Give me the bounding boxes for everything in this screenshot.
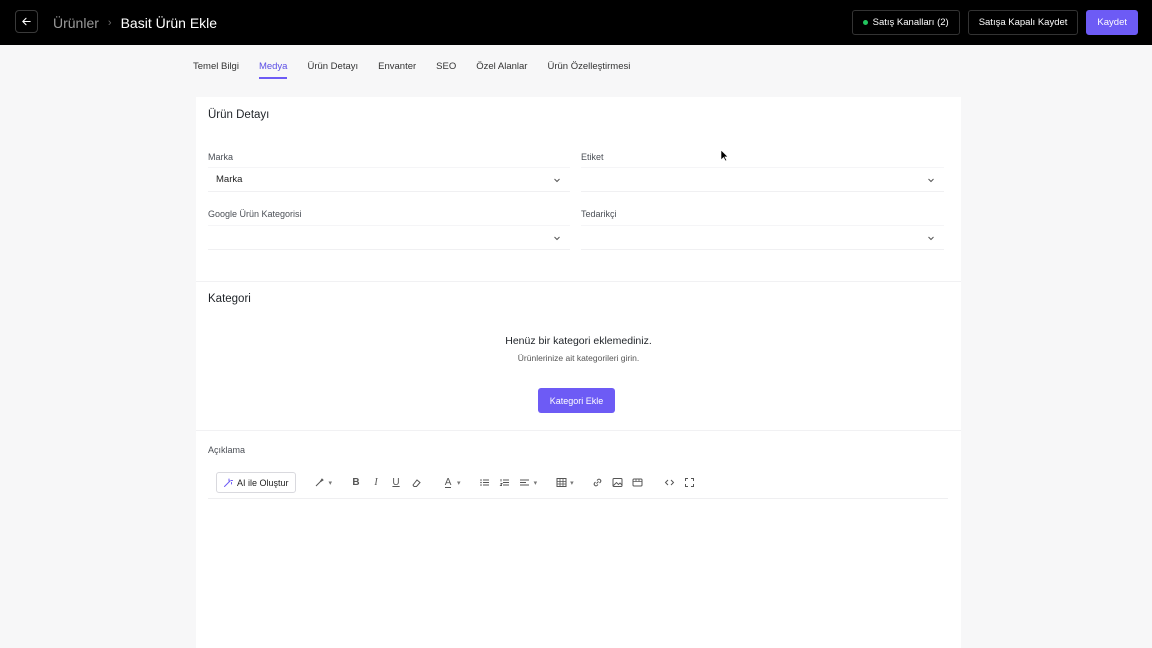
add-category-button[interactable]: Kategori Ekle — [538, 388, 615, 413]
arrow-left-icon — [22, 17, 31, 26]
chevron-down-icon[interactable]: ▾ — [457, 479, 461, 487]
google-category-select[interactable] — [208, 225, 570, 250]
tag-select[interactable] — [581, 167, 944, 192]
section-divider — [196, 430, 961, 431]
tag-label: Etiket — [581, 152, 604, 162]
detail-section-title: Ürün Detayı — [208, 109, 270, 121]
link-icon[interactable] — [590, 475, 606, 491]
ai-generate-label: AI ile Oluştur — [237, 477, 289, 488]
tab-urun-ozellestirmesi[interactable]: Ürün Özelleştirmesi — [547, 61, 630, 79]
supplier-select[interactable] — [581, 225, 944, 250]
editor-toolbar: AI ile Oluştur ▾ B I U A ▾ ▾ ▾ — [208, 467, 948, 499]
chevron-down-icon — [554, 178, 560, 183]
section-divider — [196, 281, 961, 282]
brand-select[interactable]: Marka — [208, 167, 570, 192]
sales-channels-label: Satış Kanalları (2) — [872, 17, 949, 28]
top-bar: Ürünler › Basit Ürün Ekle Satış Kanallar… — [0, 0, 1152, 45]
brand-label: Marka — [208, 152, 234, 162]
mouse-cursor-icon — [720, 149, 729, 162]
text-color-icon[interactable]: A — [440, 475, 456, 491]
chevron-down-icon — [554, 236, 560, 241]
save-button[interactable]: Kaydet — [1086, 10, 1138, 35]
paint-brush-icon[interactable] — [312, 475, 328, 491]
google-category-label: Google Ürün Kategorisi — [208, 209, 302, 219]
bold-icon[interactable]: B — [348, 475, 364, 491]
breadcrumb-parent[interactable]: Ürünler — [53, 15, 99, 31]
chevron-down-icon[interactable]: ▾ — [534, 479, 538, 487]
chevron-down-icon[interactable]: ▾ — [329, 479, 333, 487]
product-form-card: Ürün Detayı Marka Marka Etiket Google Ür… — [196, 97, 961, 648]
ai-generate-button[interactable]: AI ile Oluştur — [216, 472, 296, 493]
chevron-down-icon — [928, 178, 934, 183]
chevron-right-icon: › — [107, 16, 112, 29]
category-empty-subtitle: Ürünlerinize ait kategorileri girin. — [517, 353, 640, 363]
code-icon[interactable] — [662, 475, 678, 491]
save-closed-button[interactable]: Satışa Kapalı Kaydet — [967, 10, 1079, 35]
header-actions: Satış Kanalları (2) Satışa Kapalı Kaydet… — [851, 10, 1138, 35]
tab-seo[interactable]: SEO — [436, 61, 456, 79]
chevron-down-icon — [928, 236, 934, 241]
breadcrumb: Ürünler › Basit Ürün Ekle — [53, 0, 217, 45]
chevron-down-icon[interactable]: ▾ — [570, 479, 574, 487]
tab-bar: Temel Bilgi Medya Ürün Detayı Envanter S… — [193, 61, 630, 79]
description-label: Açıklama — [208, 445, 246, 455]
eraser-icon[interactable] — [408, 475, 424, 491]
underline-icon[interactable]: U — [388, 475, 404, 491]
magic-wand-icon — [224, 478, 233, 487]
back-button[interactable] — [15, 10, 38, 33]
category-empty-title: Henüz bir kategori eklemediniz. — [505, 335, 652, 347]
italic-icon[interactable]: I — [368, 475, 384, 491]
status-dot-icon — [862, 20, 868, 25]
media-icon[interactable] — [630, 475, 646, 491]
tab-urun-detayi[interactable]: Ürün Detayı — [307, 61, 358, 79]
tab-ozel-alanlar[interactable]: Özel Alanlar — [476, 61, 527, 79]
table-icon[interactable] — [553, 475, 569, 491]
image-icon[interactable] — [610, 475, 626, 491]
page-title: Basit Ürün Ekle — [120, 14, 218, 31]
save-closed-label: Satışa Kapalı Kaydet — [978, 17, 1068, 28]
sales-channels-button[interactable]: Satış Kanalları (2) — [851, 10, 960, 35]
numbered-list-icon[interactable] — [497, 475, 513, 491]
bullet-list-icon[interactable] — [477, 475, 493, 491]
tab-temel-bilgi[interactable]: Temel Bilgi — [193, 61, 239, 79]
align-icon[interactable] — [517, 475, 533, 491]
brand-value: Marka — [216, 174, 243, 185]
save-label: Kaydet — [1097, 17, 1127, 28]
supplier-label: Tedarikçi — [581, 209, 617, 219]
category-section-title: Kategori — [208, 293, 251, 305]
tab-medya[interactable]: Medya — [258, 61, 288, 79]
tab-envanter[interactable]: Envanter — [378, 61, 416, 79]
fullscreen-icon[interactable] — [682, 475, 698, 491]
